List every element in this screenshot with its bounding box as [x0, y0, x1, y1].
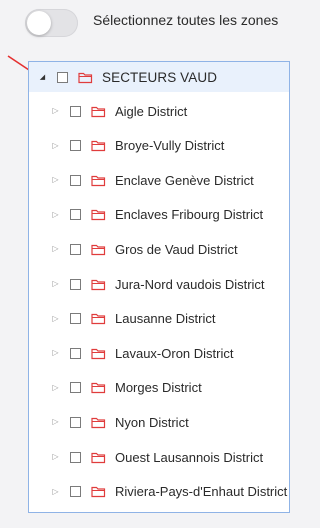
tree-item-checkbox[interactable]	[70, 278, 81, 290]
tree-item-row[interactable]: ▷ Enclave Genève District	[29, 163, 289, 197]
tree-item-checkbox[interactable]	[70, 347, 81, 359]
tree-root-row[interactable]: ◢ SECTEURS VAUD	[29, 62, 289, 92]
tree-item-row[interactable]: ▷ Ouest Lausannois District	[29, 440, 289, 474]
tree-item-label: Lausanne District	[115, 311, 216, 327]
select-all-row: Sélectionnez toutes les zones	[0, 0, 295, 48]
folder-icon	[91, 383, 106, 394]
collapsed-caret-icon[interactable]: ▷	[51, 453, 60, 462]
zones-tree: ◢ SECTEURS VAUD ▷ Aigle District ▷ Broye-Vu…	[28, 61, 290, 513]
tree-item-label: Nyon District	[115, 414, 189, 430]
collapsed-caret-icon[interactable]: ▷	[51, 107, 60, 116]
folder-icon	[91, 452, 106, 463]
folder-icon	[91, 486, 106, 498]
collapsed-caret-icon[interactable]: ▷	[51, 487, 60, 496]
tree-item-checkbox[interactable]	[70, 209, 81, 221]
tree-item-row[interactable]: ▷ Lavaux-Oron District	[29, 336, 289, 370]
tree-item-label: Broye-Vully District	[115, 138, 225, 154]
tree-item-label: Gros de Vaud District	[115, 241, 238, 257]
tree-root-label: SECTEURS VAUD	[102, 69, 218, 85]
tree-item-row[interactable]: ▷ Jura-Nord vaudois District	[29, 267, 289, 301]
folder-icon	[78, 72, 93, 83]
collapsed-caret-icon[interactable]: ▷	[51, 314, 60, 323]
collapsed-caret-icon[interactable]: ▷	[51, 349, 60, 358]
tree-item-label: Riviera-Pays-d'Enhaut District	[115, 484, 288, 500]
tree-item-label: Ouest Lausannois District	[115, 449, 264, 465]
folder-icon	[91, 210, 106, 221]
folder-icon	[91, 106, 106, 117]
tree-item-checkbox[interactable]	[70, 140, 81, 152]
tree-item-row[interactable]: ▷ Broye-Vully District	[29, 129, 289, 163]
folder-icon	[91, 244, 106, 255]
tree-item-row[interactable]: ▷ Enclaves Fribourg District	[29, 198, 289, 232]
tree-item-label: Lavaux-Oron District	[115, 345, 234, 361]
tree-item-checkbox[interactable]	[70, 451, 81, 463]
tree-item-checkbox[interactable]	[70, 486, 81, 498]
collapsed-caret-icon[interactable]: ▷	[51, 176, 60, 185]
toggle-knob	[27, 11, 51, 35]
tree-item-label: Aigle District	[115, 103, 188, 119]
collapsed-caret-icon[interactable]: ▷	[51, 383, 60, 392]
tree-item-checkbox[interactable]	[70, 416, 81, 428]
tree-item-checkbox[interactable]	[70, 174, 81, 186]
collapsed-caret-icon[interactable]: ▷	[51, 280, 60, 289]
folder-icon	[91, 417, 106, 428]
collapsed-caret-icon[interactable]: ▷	[51, 141, 60, 150]
tree-item-checkbox[interactable]	[70, 313, 81, 325]
tree-item-row[interactable]: ▷ Morges District	[29, 371, 289, 405]
tree-item-checkbox[interactable]	[70, 105, 81, 117]
tree-item-row[interactable]: ▷ Nyon District	[29, 405, 289, 439]
folder-icon	[91, 140, 106, 152]
folder-icon	[91, 279, 106, 290]
tree-item-label: Jura-Nord vaudois District	[115, 276, 265, 292]
collapsed-caret-icon[interactable]: ▷	[51, 210, 60, 219]
tree-item-checkbox[interactable]	[70, 243, 81, 255]
tree-item-checkbox[interactable]	[70, 382, 81, 394]
tree-item-row[interactable]: ▷ Lausanne District	[29, 302, 289, 336]
tree-item-row[interactable]: ▷ Gros de Vaud District	[29, 232, 289, 266]
select-all-label: Sélectionnez toutes les zones	[93, 12, 279, 28]
collapsed-caret-icon[interactable]: ▷	[51, 418, 60, 427]
expanded-caret-icon[interactable]: ◢	[38, 73, 47, 82]
folder-icon	[91, 175, 106, 186]
tree-item-label: Enclave Genève District	[115, 172, 254, 188]
select-all-toggle[interactable]	[25, 9, 78, 37]
tree-item-row[interactable]: ▷ Riviera-Pays-d'Enhaut District	[29, 475, 289, 509]
tree-item-label: Morges District	[115, 380, 202, 396]
tree-item-label: Enclaves Fribourg District	[115, 207, 264, 223]
folder-icon	[91, 313, 106, 325]
collapsed-caret-icon[interactable]: ▷	[51, 245, 60, 254]
tree-root-checkbox[interactable]	[57, 71, 68, 83]
folder-icon	[91, 348, 106, 359]
tree-item-row[interactable]: ▷ Aigle District	[29, 94, 289, 128]
